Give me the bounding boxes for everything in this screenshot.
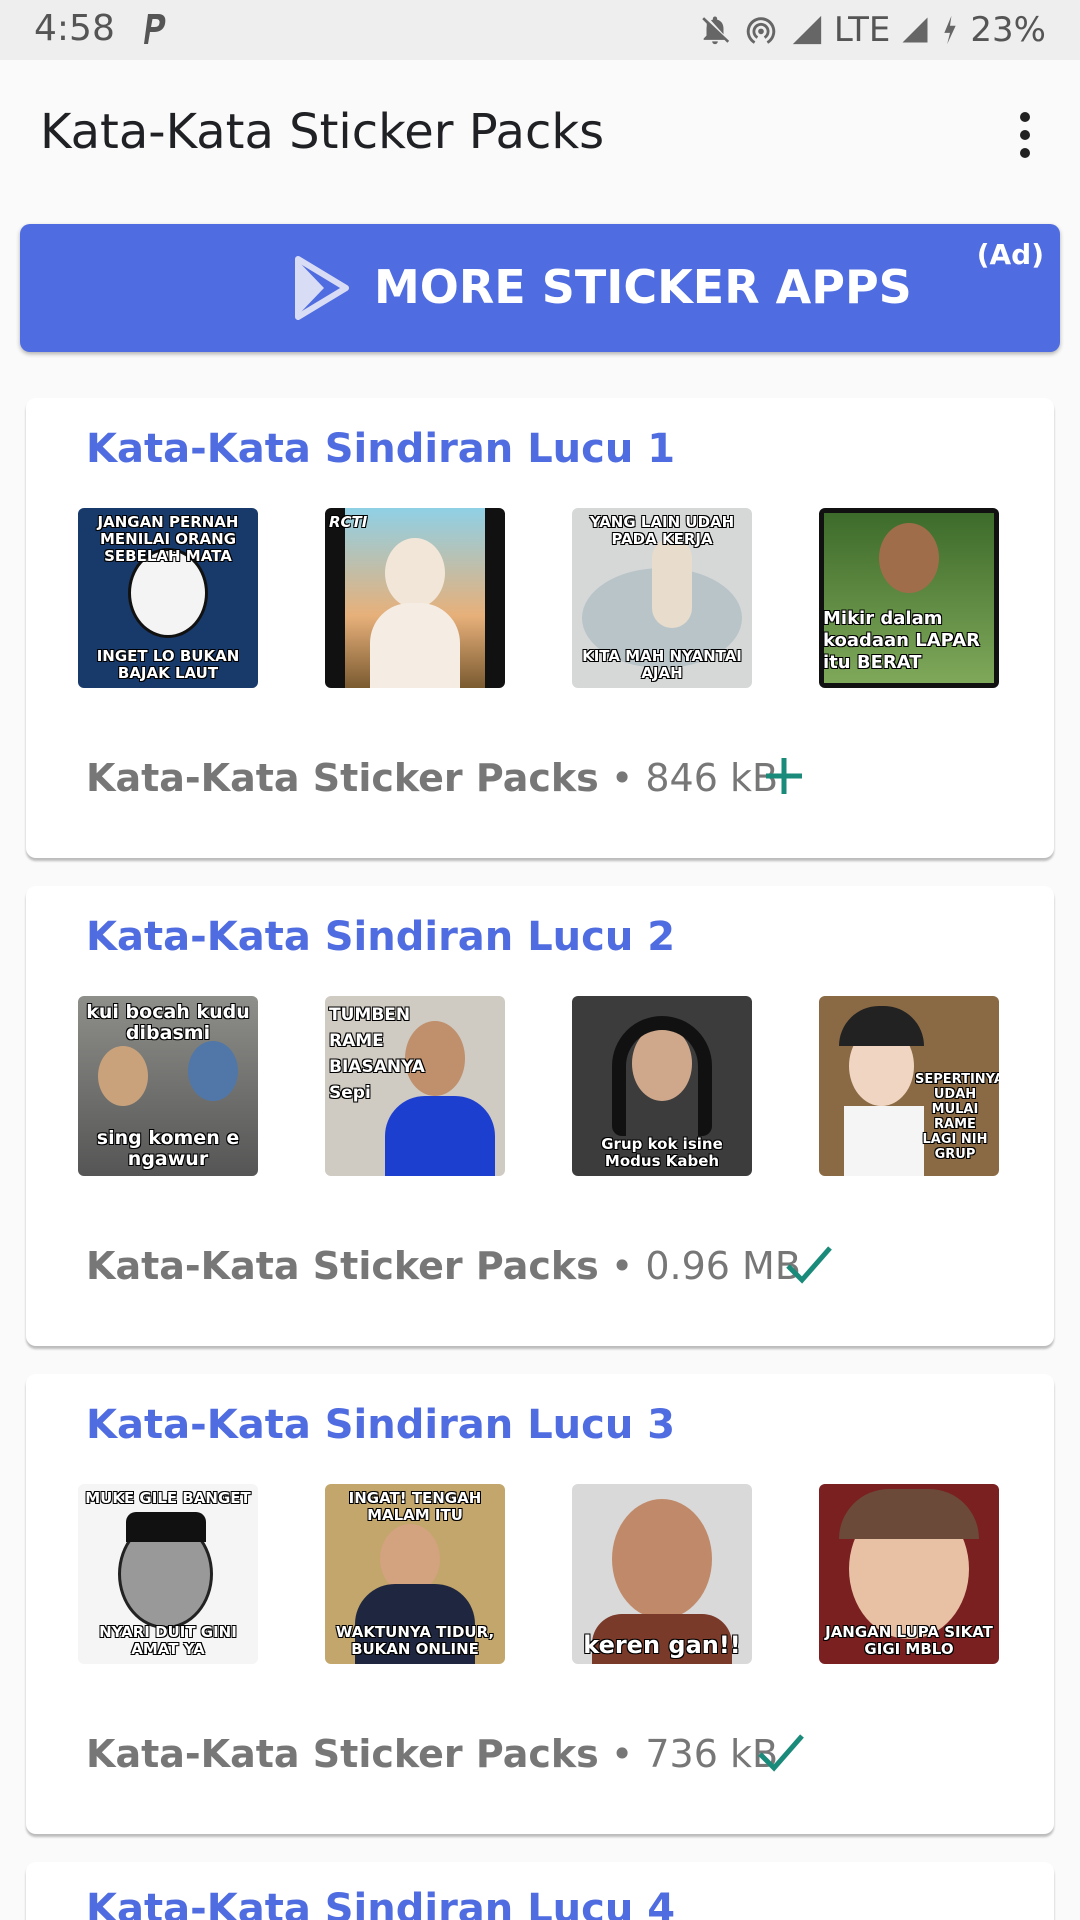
- sticker-pack-card[interactable]: Kata-Kata Sindiran Lucu 2 kui bocah kudu…: [26, 886, 1054, 1346]
- sticker-thumbnail: INGAT! TENGAH MALAM ITU WAKTUNYA TIDUR, …: [325, 1484, 505, 1664]
- sticker-row: kui bocah kudu dibasmi sing komen e ngaw…: [78, 996, 999, 1176]
- pack-title: Kata-Kata Sindiran Lucu 3: [86, 1402, 676, 1448]
- pack-meta: Kata-Kata Sticker Packs • 0.96 MB: [86, 1244, 801, 1288]
- status-icons: LTE 23%: [698, 8, 1046, 52]
- sticker-thumbnail: RCTI: [325, 508, 505, 688]
- play-store-icon: [295, 256, 349, 320]
- battery-percent: 23%: [970, 10, 1046, 50]
- sticker-pack-card[interactable]: Kata-Kata Sindiran Lucu 1 JANGAN PERNAH …: [26, 398, 1054, 858]
- ad-tag: (Ad): [976, 238, 1044, 271]
- sticker-row: MUKE GILE BANGET NYARI DUIT GINI AMAT YA…: [78, 1484, 999, 1664]
- app-bar: Kata-Kata Sticker Packs: [0, 60, 1080, 210]
- sticker-thumbnail: MUKE GILE BANGET NYARI DUIT GINI AMAT YA: [78, 1484, 258, 1664]
- sticker-row: JANGAN PERNAH MENILAI ORANG SEBELAH MATA…: [78, 508, 999, 688]
- pack-title: Kata-Kata Sindiran Lucu 4: [86, 1886, 676, 1920]
- sticker-thumbnail: keren gan!!: [572, 1484, 752, 1664]
- pack-title: Kata-Kata Sindiran Lucu 1: [86, 426, 676, 472]
- parking-app-icon: [144, 14, 166, 44]
- hotspot-icon: [746, 17, 776, 44]
- more-sticker-apps-button[interactable]: MORE STICKER APPS (Ad): [20, 224, 1060, 352]
- bell-off-icon: [702, 16, 730, 45]
- signal-icon-2: [902, 17, 928, 43]
- app-title: Kata-Kata Sticker Packs: [40, 104, 605, 160]
- status-bar: 4:58 LTE 23%: [0, 0, 1080, 60]
- sticker-thumbnail: JANGAN LUPA SIKAT GIGI MBLO: [819, 1484, 999, 1664]
- network-label: LTE: [833, 10, 891, 50]
- check-icon[interactable]: [750, 1722, 810, 1782]
- sticker-thumbnail: kui bocah kudu dibasmi sing komen e ngaw…: [78, 996, 258, 1176]
- status-time: 4:58: [34, 8, 115, 49]
- overflow-menu-icon[interactable]: [1010, 108, 1040, 162]
- sticker-thumbnail: TUMBEN RAME BIASANYA Sepi: [325, 996, 505, 1176]
- pack-meta: Kata-Kata Sticker Packs • 736 kB: [86, 1732, 779, 1776]
- sticker-pack-card[interactable]: Kata-Kata Sindiran Lucu 4: [26, 1862, 1054, 1920]
- add-icon[interactable]: [754, 746, 814, 806]
- sticker-thumbnail: JANGAN PERNAH MENILAI ORANG SEBELAH MATA…: [78, 508, 258, 688]
- pack-title: Kata-Kata Sindiran Lucu 2: [86, 914, 676, 960]
- sticker-thumbnail: SEPERTINYA UDAH MULAI RAME LAGI NIH GRUP: [819, 996, 999, 1176]
- check-icon[interactable]: [778, 1234, 838, 1294]
- sticker-thumbnail: YANG LAIN UDAH PADA KERJA KITA MAH NYANT…: [572, 508, 752, 688]
- sticker-thumbnail: Grup kok isine Modus Kabeh: [572, 996, 752, 1176]
- charging-icon: [944, 15, 957, 45]
- ad-label: MORE STICKER APPS: [374, 260, 912, 314]
- sticker-pack-card[interactable]: Kata-Kata Sindiran Lucu 3 MUKE GILE BANG…: [26, 1374, 1054, 1834]
- pack-meta: Kata-Kata Sticker Packs • 846 kB: [86, 756, 779, 800]
- signal-icon: [792, 15, 822, 45]
- sticker-thumbnail: Mikir dalam koadaan LAPAR itu BERAT: [819, 508, 999, 688]
